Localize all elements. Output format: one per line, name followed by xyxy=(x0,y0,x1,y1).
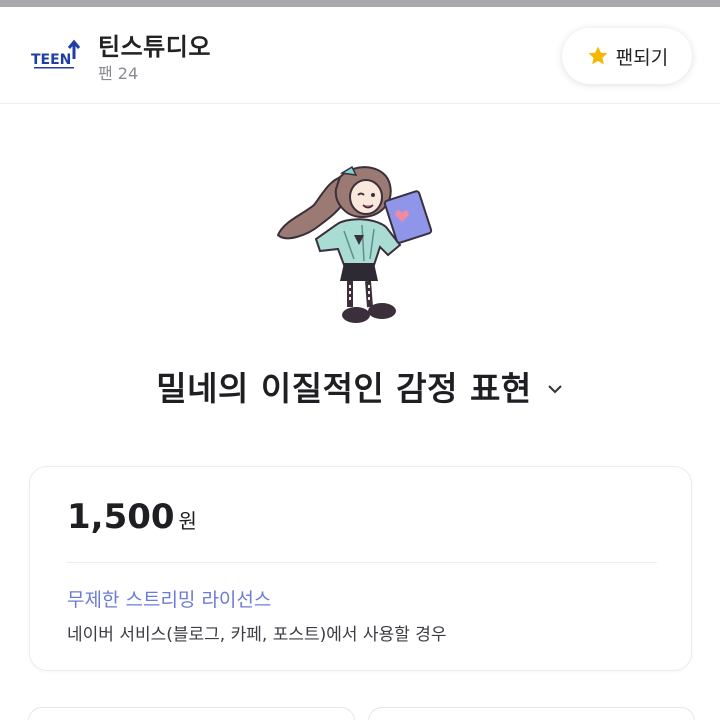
emoticon-preview-image xyxy=(276,165,433,323)
channel-header: TEEN 틴스튜디오 팬 24 팬되기 xyxy=(0,7,720,104)
price-currency: 원 xyxy=(178,509,197,533)
become-fan-button[interactable]: 팬되기 xyxy=(562,28,692,84)
divider xyxy=(67,562,657,563)
fan-count: 팬 24 xyxy=(98,64,139,83)
emoticon-title: 밀네의 이질적인 감정 표현 xyxy=(156,369,532,408)
option-card-right[interactable] xyxy=(368,707,695,720)
teen-logo-icon[interactable]: TEEN xyxy=(30,37,82,73)
option-card-left[interactable] xyxy=(28,707,355,720)
status-strip xyxy=(0,0,720,7)
license-title[interactable]: 무제한 스트리밍 라이선스 xyxy=(67,585,271,612)
chevron-down-icon[interactable] xyxy=(546,380,564,398)
svg-text:TEEN: TEEN xyxy=(31,52,71,68)
emoticon-title-row[interactable]: 밀네의 이질적인 감정 표현 xyxy=(0,358,720,414)
star-icon xyxy=(588,46,608,65)
price: 1,500 원 xyxy=(67,497,197,537)
license-description: 네이버 서비스(블로그, 카페, 포스트)에서 사용할 경우 xyxy=(67,625,447,645)
price-card: 1,500 원 무제한 스트리밍 라이선스 네이버 서비스(블로그, 카페, 포… xyxy=(29,466,692,671)
price-value: 1,500 xyxy=(67,497,175,537)
become-fan-label: 팬되기 xyxy=(615,46,669,69)
channel-name[interactable]: 틴스튜디오 xyxy=(98,27,211,62)
